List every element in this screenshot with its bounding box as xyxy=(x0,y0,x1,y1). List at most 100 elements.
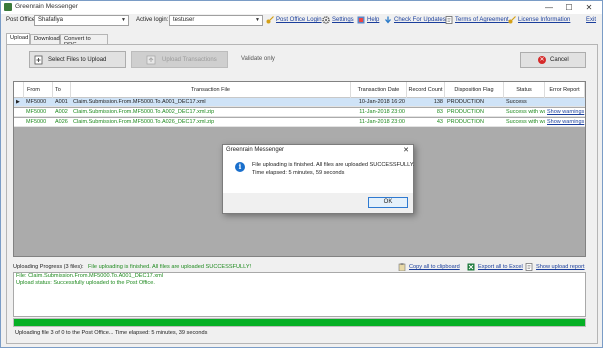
select-files-label: Select Files to Upload xyxy=(48,57,107,63)
exit-link[interactable]: Exit xyxy=(586,17,596,23)
progress-message: File uploading is finished. All files ar… xyxy=(88,264,252,270)
row-selected-marker: ▶ xyxy=(16,99,20,105)
show-report-link[interactable]: Show upload report xyxy=(536,264,585,270)
dialog-close-button[interactable]: ✕ xyxy=(403,146,409,154)
message-dialog: Greenrain Messenger ✕ i File uploading i… xyxy=(222,144,414,214)
progress-bar xyxy=(13,318,586,327)
row-count: 43 xyxy=(436,119,443,125)
table-row[interactable]: MF5000 A002 Claim.Submission.From.MF5000… xyxy=(14,108,585,117)
tab-upload[interactable]: Upload xyxy=(6,33,30,44)
progress-header: Uploading Progress (3 files): File uploa… xyxy=(13,263,586,272)
table-row[interactable]: ▶ MF5000 A001 Claim.Submission.From.MF50… xyxy=(14,98,585,107)
row-from: MF5000 xyxy=(26,119,47,125)
grid-header: From To Transaction File Transaction Dat… xyxy=(14,82,585,98)
ok-button[interactable]: OK xyxy=(368,197,408,208)
check-updates-link[interactable]: Check For Updates xyxy=(394,17,446,23)
validate-only-label: Validate only xyxy=(241,56,275,62)
progress-bar-fill xyxy=(14,319,585,326)
copy-clipboard-link[interactable]: Copy all to clipboard xyxy=(409,264,460,270)
grid-header-flag[interactable]: Disposition Flag xyxy=(445,82,504,98)
dialog-message: File uploading is finished. All files ar… xyxy=(252,162,415,168)
row-date: 11-Jan-2018 23:00 xyxy=(359,119,405,125)
dialog-elapsed: Time elapsed: 5 minutes, 59 seconds xyxy=(252,170,345,176)
row-file: Claim.Submission.From.MF5000.To.A002_DEC… xyxy=(73,109,215,115)
active-login-value: testuser xyxy=(173,17,195,23)
row-selected-marker xyxy=(14,118,24,127)
row-date: 11-Jan-2018 23:00 xyxy=(359,109,405,115)
grid-header-from[interactable]: From xyxy=(24,82,53,98)
grid-header-date[interactable]: Transaction Date xyxy=(351,82,407,98)
status-bar-text: Uploading file 3 of 0 to the Post Office… xyxy=(15,330,208,336)
row-to: A026 xyxy=(55,119,68,125)
settings-icon xyxy=(322,16,330,24)
cancel-button[interactable]: ✕ Cancel xyxy=(520,52,586,68)
upload-transactions-label: Upload Transactions xyxy=(162,57,217,63)
tab-download[interactable]: Download xyxy=(30,34,60,44)
row-count: 83 xyxy=(436,109,443,115)
post-office-combo[interactable]: Shafafiya ▼ xyxy=(34,15,129,26)
log-line: File: Claim.Submission.From.MF5000.To.A0… xyxy=(16,273,164,279)
grid-header-marker xyxy=(14,82,24,98)
window-title: Greenrain Messenger xyxy=(15,3,78,10)
cancel-label: Cancel xyxy=(550,57,569,63)
row-count: 138 xyxy=(433,99,443,105)
add-file-icon xyxy=(34,55,43,65)
minimize-button[interactable]: — xyxy=(541,2,557,13)
title-bar: Greenrain Messenger — ☐ ✕ xyxy=(1,1,602,14)
settings-link[interactable]: Settings xyxy=(332,17,354,23)
help-icon xyxy=(357,16,365,24)
cancel-icon: ✕ xyxy=(538,56,546,64)
upload-icon xyxy=(146,55,156,65)
close-button[interactable]: ✕ xyxy=(581,2,597,13)
active-login-combo[interactable]: testuser ▼ xyxy=(169,15,263,26)
row-to: A001 xyxy=(55,99,68,105)
grid-header-to[interactable]: To xyxy=(53,82,71,98)
chevron-down-icon: ▼ xyxy=(121,17,126,23)
row-flag: PRODUCTION xyxy=(447,109,484,115)
row-file: Claim.Submission.From.MF5000.To.A001_DEC… xyxy=(73,99,206,105)
row-selected-marker xyxy=(14,108,24,117)
grid-header-status[interactable]: Status xyxy=(504,82,545,98)
excel-icon xyxy=(467,263,475,271)
chevron-down-icon: ▼ xyxy=(255,17,260,23)
row-status: Success with warnings xyxy=(506,109,545,115)
row-date: 10-Jan-2018 16:20 xyxy=(358,99,405,105)
export-excel-link[interactable]: Export all to Excel xyxy=(478,264,523,270)
key-icon xyxy=(508,16,516,24)
grid-header-count[interactable]: Record Count xyxy=(407,82,445,98)
help-link[interactable]: Help xyxy=(367,17,379,23)
document-icon xyxy=(445,16,453,24)
dialog-body: i File uploading is finished. All files … xyxy=(223,156,415,192)
post-office-value: Shafafiya xyxy=(38,17,64,23)
row-error-link[interactable]: Show warnings xyxy=(545,108,585,117)
row-flag: PRODUCTION xyxy=(447,119,484,125)
row-flag: PRODUCTION xyxy=(447,99,484,105)
active-login-label: Active login: xyxy=(136,17,169,23)
row-error-link[interactable] xyxy=(545,98,585,107)
grid-header-file[interactable]: Transaction File xyxy=(71,82,351,98)
tab-convert-drg[interactable]: Convert to DRG xyxy=(60,34,108,48)
post-office-label: Post Office: xyxy=(6,17,37,23)
upload-log: File: Claim.Submission.From.MF5000.To.A0… xyxy=(13,272,586,317)
row-file: Claim.Submission.From.MF5000.To.A026_DEC… xyxy=(73,119,215,125)
maximize-button[interactable]: ☐ xyxy=(561,2,577,13)
log-line: Upload status: Successfully uploaded to … xyxy=(16,280,155,286)
row-from: MF5000 xyxy=(26,99,47,105)
row-status: Success with warnings xyxy=(506,119,545,125)
terms-link[interactable]: Terms of Agreement xyxy=(455,17,509,23)
app-window: Greenrain Messenger — ☐ ✕ Post Office: S… xyxy=(0,0,603,348)
license-link[interactable]: License Information xyxy=(518,17,570,23)
dialog-title: Greenrain Messenger xyxy=(226,147,285,153)
row-status: Success xyxy=(506,99,527,105)
post-office-login-link[interactable]: Post Office Login xyxy=(276,17,322,23)
clipboard-icon xyxy=(398,263,406,271)
dialog-footer: OK xyxy=(223,193,413,213)
select-files-button[interactable]: Select Files to Upload xyxy=(29,51,126,68)
table-row[interactable]: MF5000 A026 Claim.Submission.From.MF5000… xyxy=(14,118,585,127)
key-icon xyxy=(266,16,274,24)
info-icon: i xyxy=(235,162,245,172)
grid-header-error[interactable]: Error Report xyxy=(545,82,585,98)
progress-label: Uploading Progress (3 files): xyxy=(13,264,84,270)
upload-transactions-button[interactable]: Upload Transactions xyxy=(131,51,228,68)
row-error-link[interactable]: Show warnings xyxy=(545,118,585,127)
